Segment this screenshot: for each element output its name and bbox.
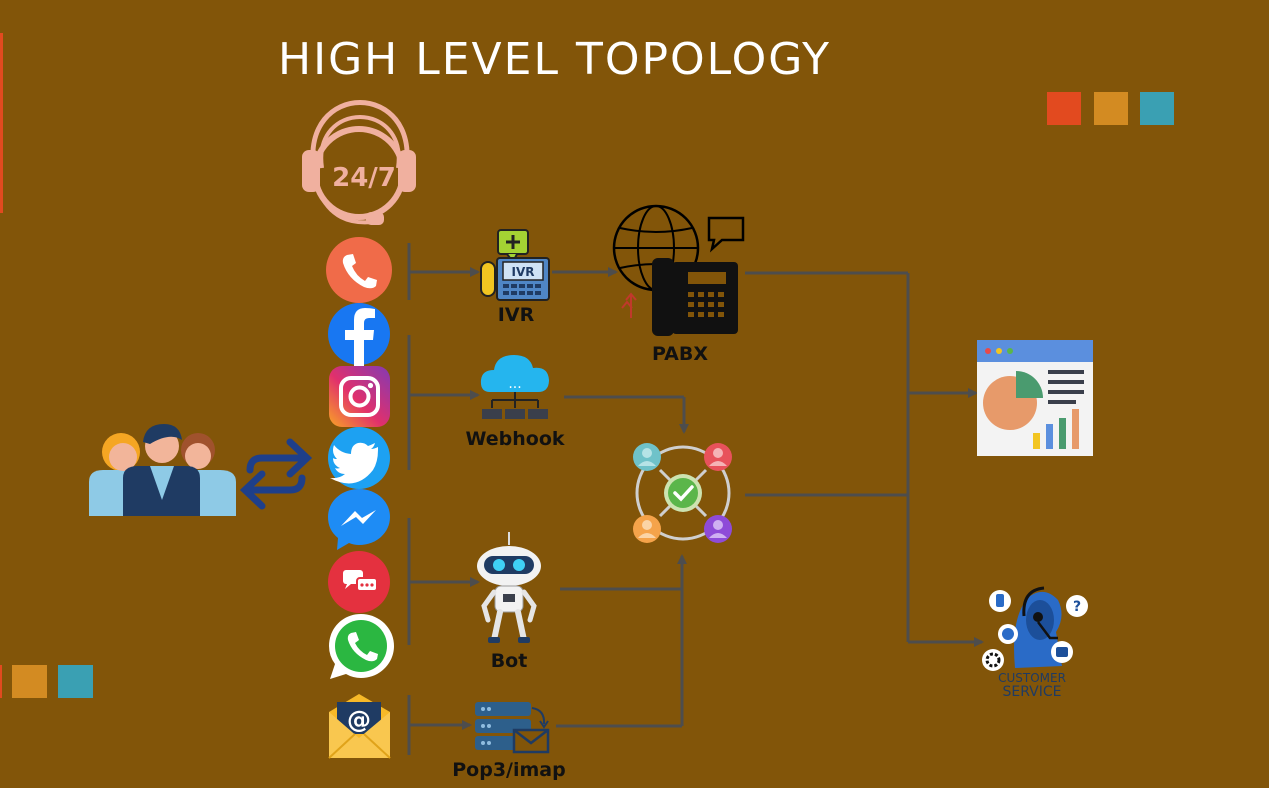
page-title: HIGH LEVEL TOPOLOGY (278, 34, 831, 85)
messenger-icon[interactable] (328, 489, 390, 550)
agent-routing-hub-icon (633, 443, 732, 543)
accent-squares-bottom (0, 665, 93, 698)
diagram-canvas: 24/7 @ IVR ... ? CUSTOMER SERVICE (0, 33, 1174, 759)
svg-text:@: @ (347, 706, 371, 734)
facebook-icon[interactable] (328, 303, 390, 366)
analytics-dashboard-icon (977, 340, 1093, 456)
accent-squares-top (1047, 92, 1174, 125)
headset-247-icon: 24/7 (302, 100, 416, 225)
ivr-icon: IVR (480, 229, 550, 301)
svg-text:...: ... (508, 376, 521, 392)
email-icon[interactable]: @ (328, 694, 391, 759)
customers-group-icon (89, 424, 236, 516)
pop3-imap-label: Pop3/imap (452, 759, 566, 781)
bot-label: Bot (490, 650, 528, 672)
svg-text:?: ? (1073, 599, 1081, 615)
chat-icon[interactable] (328, 551, 390, 613)
pabx-label: PABX (651, 343, 709, 365)
twitter-icon[interactable] (328, 427, 390, 489)
edge-accent-line (0, 33, 3, 213)
support-247-text: 24/7 (332, 163, 396, 193)
customer-service-text-line1: CUSTOMER (998, 671, 1066, 685)
pabx-icon (612, 204, 745, 336)
topology-diagram: 24/7 @ IVR ... ? CUSTOMER SERVICE HIGH L… (0, 0, 1269, 784)
customer-service-text-line2: SERVICE (1002, 684, 1061, 700)
ivr-badge-text: IVR (512, 265, 535, 279)
webhook-label: Webhook (465, 428, 565, 450)
mail-server-icon (475, 702, 550, 754)
bot-icon (477, 532, 541, 643)
whatsapp-icon[interactable] (329, 614, 394, 679)
customer-service-icon: ? CUSTOMER SERVICE (982, 586, 1088, 700)
phone-icon[interactable] (326, 237, 392, 303)
ivr-label: IVR (497, 304, 535, 326)
instagram-icon[interactable] (329, 366, 390, 427)
webhook-cloud-icon: ... (480, 355, 549, 419)
bidirectional-arrows-icon (239, 438, 313, 510)
